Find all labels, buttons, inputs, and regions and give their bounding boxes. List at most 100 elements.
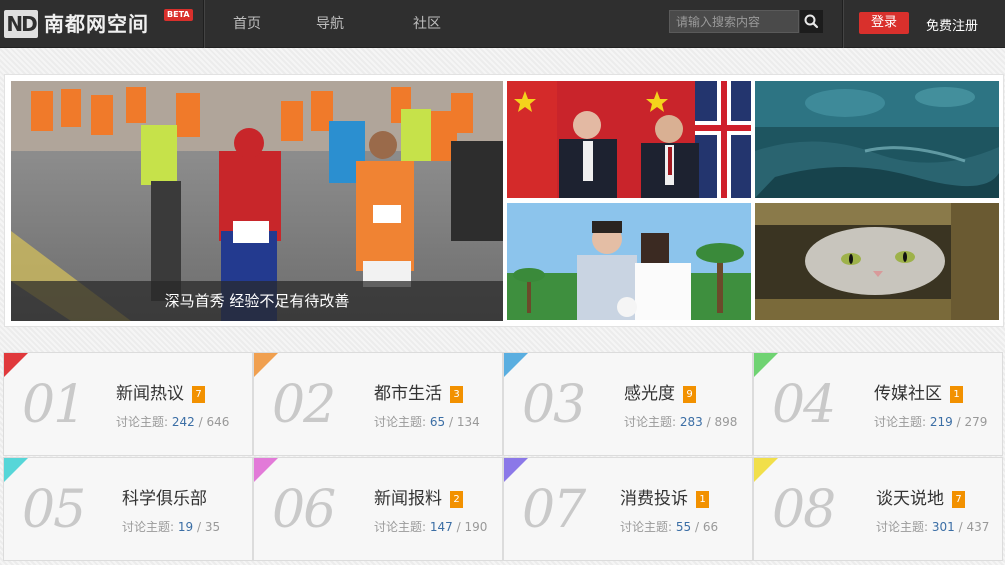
stats-label: 讨论主题:: [620, 520, 673, 534]
post-count: 66: [702, 520, 719, 534]
nav-item-navigation[interactable]: 导航: [316, 0, 344, 48]
beta-badge: BETA: [164, 9, 193, 21]
topic-count: 55: [675, 520, 692, 534]
forum-card[interactable]: 02 都市生活 3 讨论主题: 65 / 134: [253, 352, 503, 456]
forum-card[interactable]: 08 谈天说地 7 讨论主题: 301 / 437: [753, 457, 1003, 561]
search-input[interactable]: [669, 10, 799, 33]
divider: [203, 0, 204, 48]
new-post-count-badge: 1: [950, 386, 963, 403]
corner-flag-icon: [504, 353, 528, 377]
logo-mark-icon: ND: [4, 10, 38, 38]
cat-image: [755, 203, 999, 320]
forum-card[interactable]: 05 科学俱乐部讨论主题: 19 / 35: [3, 457, 253, 561]
forum-number: 08: [772, 480, 836, 540]
forum-title-text: 感光度: [624, 384, 675, 404]
forum-card[interactable]: 04 传媒社区 1 讨论主题: 219 / 279: [753, 352, 1003, 456]
forum-stats: 讨论主题: 55 / 66: [620, 518, 718, 535]
topic-count: 219: [929, 415, 953, 429]
stats-label: 讨论主题:: [624, 415, 677, 429]
stats-separator: /: [706, 415, 711, 429]
search-icon: [804, 14, 819, 29]
landscape-image: [755, 81, 999, 198]
post-count: 898: [714, 415, 738, 429]
register-button[interactable]: 免费注册: [926, 15, 978, 34]
forum-title[interactable]: 科学俱乐部: [122, 484, 207, 509]
nav-item-home[interactable]: 首页: [233, 0, 261, 48]
forum-card[interactable]: 03 感光度 9 讨论主题: 283 / 898: [503, 352, 753, 456]
forum-section-grid: 01 新闻热议 7 讨论主题: 242 / 646 02 都市生活 3 讨论主题: 65 / …: [3, 352, 1005, 565]
thumbnail-photo-landscape[interactable]: [755, 81, 999, 198]
forum-card[interactable]: 07 消费投诉 1 讨论主题: 55 / 66: [503, 457, 753, 561]
forum-title[interactable]: 新闻报料 2: [374, 484, 463, 509]
corner-flag-icon: [254, 353, 278, 377]
corner-flag-icon: [4, 353, 28, 377]
forum-card[interactable]: 01 新闻热议 7 讨论主题: 242 / 646: [3, 352, 253, 456]
forum-title[interactable]: 新闻热议 7: [116, 379, 205, 404]
forum-title[interactable]: 消费投诉 1: [620, 484, 709, 509]
stats-label: 讨论主题:: [122, 520, 175, 534]
forum-title-text: 新闻报料: [374, 489, 442, 509]
forum-title-text: 谈天说地: [876, 489, 944, 509]
forum-stats: 讨论主题: 242 / 646: [116, 413, 229, 430]
new-post-count-badge: 1: [696, 491, 709, 508]
divider: [842, 0, 843, 48]
forum-number: 07: [522, 480, 586, 540]
search-button[interactable]: [800, 10, 823, 33]
topic-count: 65: [429, 415, 446, 429]
forum-title-text: 消费投诉: [620, 489, 688, 509]
forum-title-text: 新闻热议: [116, 384, 184, 404]
stats-separator: /: [448, 415, 454, 429]
new-post-count-badge: 7: [952, 491, 965, 508]
forum-stats: 讨论主题: 19 / 35: [122, 518, 220, 535]
corner-flag-icon: [754, 458, 778, 482]
stats-separator: /: [196, 520, 202, 534]
corner-flag-icon: [754, 353, 778, 377]
corner-flag-icon: [254, 458, 278, 482]
forum-title[interactable]: 谈天说地 7: [876, 484, 965, 509]
forum-number: 06: [272, 480, 336, 540]
new-post-count-badge: 3: [450, 386, 463, 403]
corner-flag-icon: [504, 458, 528, 482]
forum-title-text: 都市生活: [374, 384, 442, 404]
forum-title[interactable]: 传媒社区 1: [874, 379, 963, 404]
topic-count: 301: [931, 520, 955, 534]
stats-separator: /: [958, 520, 963, 534]
topic-count: 283: [679, 415, 703, 429]
post-count: 134: [456, 415, 480, 429]
site-logo[interactable]: ND 南都网空间 BETA: [4, 8, 194, 40]
stats-label: 讨论主题:: [374, 520, 427, 534]
post-count: 190: [464, 520, 488, 534]
stats-label: 讨论主题:: [116, 415, 169, 429]
topic-count: 242: [171, 415, 195, 429]
stats-label: 讨论主题:: [374, 415, 427, 429]
forum-title[interactable]: 都市生活 3: [374, 379, 463, 404]
forum-number: 05: [22, 480, 86, 540]
thumbnail-photo-wedding[interactable]: [507, 203, 751, 320]
forum-title[interactable]: 感光度 9: [624, 379, 696, 404]
post-count: 646: [206, 415, 230, 429]
stats-label: 讨论主题:: [876, 520, 929, 534]
stats-separator: /: [456, 520, 461, 534]
forum-number: 01: [22, 375, 86, 435]
forum-title-text: 传媒社区: [874, 384, 942, 404]
forum-card[interactable]: 06 新闻报料 2 讨论主题: 147 / 190: [253, 457, 503, 561]
post-count: 437: [966, 520, 990, 534]
topic-count: 147: [429, 520, 453, 534]
stats-separator: /: [956, 415, 961, 429]
forum-stats: 讨论主题: 65 / 134: [374, 413, 480, 430]
post-count: 35: [204, 520, 221, 534]
thumbnail-photo-cat[interactable]: [755, 203, 999, 320]
politics-image: [507, 81, 751, 198]
forum-number: 02: [272, 375, 336, 435]
forum-stats: 讨论主题: 147 / 190: [374, 518, 487, 535]
stats-label: 讨论主题:: [874, 415, 927, 429]
thumbnail-photo-politics[interactable]: [507, 81, 751, 198]
photo-caption[interactable]: 深马首秀 经验不足有待改善: [11, 290, 503, 311]
caption-bar: 深马首秀 经验不足有待改善: [11, 281, 503, 321]
stats-separator: /: [198, 415, 203, 429]
wedding-image: [507, 203, 751, 320]
photo-slideshow: 深马首秀 经验不足有待改善: [4, 74, 1004, 327]
featured-photo-marathon[interactable]: 深马首秀 经验不足有待改善: [11, 81, 503, 321]
login-button[interactable]: 登录: [859, 12, 909, 34]
nav-item-community[interactable]: 社区: [413, 0, 441, 48]
